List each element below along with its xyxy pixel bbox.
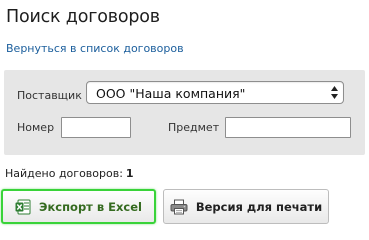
export-excel-button[interactable]: Экспорт в Excel xyxy=(1,189,156,224)
search-filter-panel: Поставщик ООО "Наша компания" Номер Пред… xyxy=(4,70,365,155)
supplier-label: Поставщик xyxy=(17,89,82,102)
select-updown-arrows-icon xyxy=(331,86,338,99)
back-to-contracts-link[interactable]: Вернуться в список договоров xyxy=(6,42,184,55)
number-label: Номер xyxy=(17,121,55,134)
subject-input[interactable] xyxy=(225,117,351,138)
printer-icon xyxy=(170,199,188,214)
found-contracts-line: Найдено договоров: 1 xyxy=(5,167,134,180)
subject-label: Предмет xyxy=(168,121,220,134)
print-version-button[interactable]: Версия для печати xyxy=(163,189,329,224)
supplier-select[interactable]: ООО "Наша компания" xyxy=(86,81,344,104)
excel-icon xyxy=(15,199,31,214)
found-contracts-count: 1 xyxy=(125,167,134,180)
export-excel-label: Экспорт в Excel xyxy=(39,199,142,214)
found-contracts-label: Найдено договоров: xyxy=(5,167,123,180)
print-version-label: Версия для печати xyxy=(195,199,323,214)
number-input[interactable] xyxy=(61,117,131,138)
supplier-select-value: ООО "Наша компания" xyxy=(96,86,246,101)
page-title: Поиск договоров xyxy=(6,7,160,27)
